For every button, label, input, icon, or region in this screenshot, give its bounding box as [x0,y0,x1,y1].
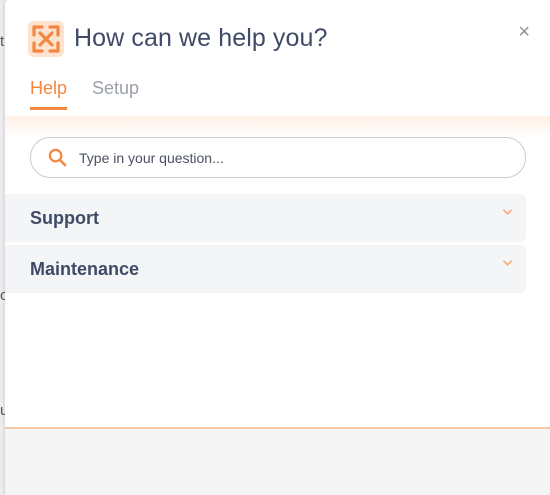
tab-setup[interactable]: Setup [92,78,139,110]
category-maintenance[interactable]: Maintenance [5,245,526,293]
category-label: Support [30,207,99,228]
header-shadow [5,116,550,138]
background-text-fragment: t [0,33,5,50]
category-label: Maintenance [30,258,140,279]
widget-footer [5,429,550,495]
help-widget-panel: How can we help you? × Help Setup Suppor… [5,0,550,495]
search-icon [48,148,67,167]
widget-title: How can we help you? [74,24,328,52]
search-box[interactable] [30,137,526,178]
chevron-down-icon [503,260,512,266]
category-support[interactable]: Support [5,194,526,242]
tab-help[interactable]: Help [30,78,68,110]
widget-header: How can we help you? × Help Setup [5,0,550,118]
close-icon[interactable]: × [518,22,530,42]
chevron-down-icon [503,209,512,215]
brand-logo-icon [28,21,64,57]
widget-tabs: Help Setup [30,78,139,110]
search-input[interactable] [77,148,501,167]
